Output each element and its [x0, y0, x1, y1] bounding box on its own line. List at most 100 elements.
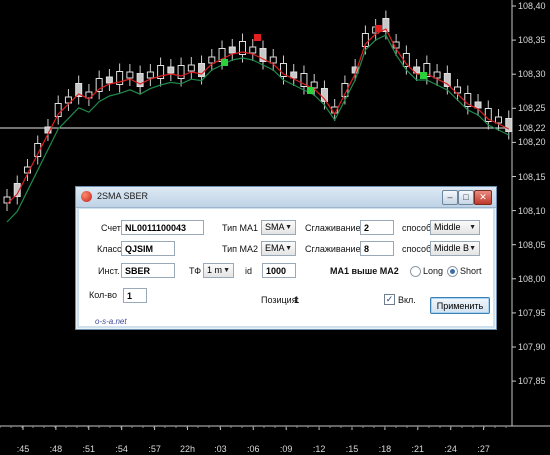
current-price-label: 108,22 — [518, 123, 546, 133]
price-tick-label: 108,15 — [518, 171, 546, 182]
method2-select[interactable]: Middle B ▼ — [430, 241, 480, 256]
tf-label: ТФ — [189, 266, 202, 276]
price-tick-label: 108,05 — [518, 239, 546, 250]
dialog-body: Счет NL0011100043 Класс QJSIM Инст. SBER… — [79, 209, 493, 326]
price-tick-label: 108,25 — [518, 103, 546, 114]
close-icon[interactable]: ✕ — [474, 190, 492, 205]
class-input[interactable]: QJSIM — [121, 241, 175, 256]
smoothing2-input[interactable]: 8 — [360, 241, 394, 256]
qty-input[interactable]: 1 — [123, 288, 147, 303]
price-tick-label: 108,00 — [518, 273, 546, 284]
smoothing2-label: Сглаживание — [305, 244, 361, 254]
candle-body — [474, 101, 482, 109]
candle-body — [228, 46, 236, 54]
candle-body — [495, 116, 503, 124]
price-tick-label: 107,85 — [518, 376, 546, 387]
signal-marker — [307, 87, 314, 94]
ma1-type-select[interactable]: SMA ▼ — [261, 220, 296, 235]
smoothing1-input[interactable]: 2 — [360, 220, 394, 235]
maximize-icon[interactable]: □ — [458, 190, 474, 205]
smoothing1-label: Сглаживание — [305, 223, 361, 233]
long-radio[interactable] — [410, 266, 421, 277]
candle-body — [290, 71, 298, 79]
price-tick-label: 107,90 — [518, 342, 546, 352]
time-tick-label: :03 — [214, 444, 227, 454]
instrument-label: Инст. — [98, 266, 120, 276]
candle-body — [105, 76, 113, 84]
signal-marker — [254, 34, 261, 41]
site-link[interactable]: o-s-a.net — [95, 317, 127, 326]
time-tick-label: :15 — [345, 444, 359, 454]
time-tick-label: :54 — [115, 444, 128, 454]
time-tick-label: :57 — [148, 444, 161, 454]
tf-select[interactable]: 1 m ▼ — [203, 263, 234, 278]
candle-body — [187, 64, 195, 72]
time-tick-label: :12 — [312, 444, 326, 454]
ma1-line — [6, 28, 510, 205]
price-tick-label: 107,95 — [518, 307, 546, 318]
candle-body — [249, 46, 257, 54]
chevron-down-icon: ▼ — [285, 245, 292, 252]
dialog-title: 2SMA SBER — [97, 191, 149, 201]
instrument-input[interactable]: SBER — [121, 263, 175, 278]
method2-value: Middle B — [434, 243, 470, 253]
ma2-type-value: EMA — [265, 243, 285, 253]
signal-marker — [420, 72, 427, 79]
short-label[interactable]: Short — [460, 266, 482, 276]
signal-marker — [375, 25, 382, 32]
candle-body — [126, 71, 134, 79]
method1-value: Middle — [434, 222, 461, 232]
price-tick-label: 108,10 — [518, 205, 546, 216]
apply-button[interactable]: Применить — [430, 297, 490, 314]
time-tick-label: :24 — [444, 444, 457, 454]
chevron-down-icon: ▼ — [469, 224, 476, 231]
time-tick-label: :48 — [49, 444, 63, 454]
time-tick-label: :45 — [16, 444, 30, 454]
enabled-checkbox[interactable]: ✓ — [384, 294, 395, 305]
time-tick-label: :09 — [279, 444, 293, 454]
chevron-down-icon: ▼ — [223, 267, 230, 274]
minimize-icon[interactable]: – — [442, 190, 458, 205]
candle-body — [208, 56, 216, 64]
id-input[interactable]: 1000 — [262, 263, 296, 278]
ma1-type-label: Тип МА1 — [222, 223, 259, 233]
signal-marker — [221, 59, 228, 66]
time-tick-label: 22h — [179, 444, 196, 454]
candle-body — [433, 71, 441, 79]
method1-select[interactable]: Middle ▼ — [430, 220, 480, 235]
qty-label: Кол-во — [89, 290, 117, 300]
time-tick-label: :06 — [247, 444, 260, 454]
short-radio[interactable] — [447, 266, 458, 277]
position-value: 1 — [294, 295, 300, 305]
dialog-titlebar[interactable]: 2SMA SBER – □ ✕ — [76, 187, 496, 208]
status-text: МА1 выше МА2 — [330, 266, 399, 276]
account-label: Счет — [101, 223, 121, 233]
chevron-down-icon: ▼ — [285, 224, 292, 231]
price-tick-label: 108,20 — [518, 137, 546, 148]
time-tick-label: :18 — [378, 444, 392, 454]
tf-value: 1 m — [207, 265, 223, 275]
id-label: id — [245, 266, 253, 276]
candle-body — [167, 66, 175, 74]
method2-label: способ — [402, 244, 432, 254]
strategy-dialog: 2SMA SBER – □ ✕ Счет NL0011100043 Класс … — [75, 186, 497, 330]
candle-body — [269, 56, 277, 64]
method1-label: способ — [402, 223, 432, 233]
candle-body — [505, 118, 513, 132]
price-tick-label: 108,35 — [518, 35, 546, 46]
app-icon — [81, 191, 92, 202]
account-input[interactable]: NL0011100043 — [121, 220, 204, 235]
ma2-type-select[interactable]: EMA ▼ — [261, 241, 296, 256]
ma2-type-label: Тип МА2 — [222, 244, 259, 254]
time-tick-label: :27 — [477, 444, 490, 454]
price-tick-label: 108,30 — [518, 69, 546, 80]
price-tick-label: 108,40 — [518, 1, 546, 11]
long-label[interactable]: Long — [423, 266, 443, 276]
time-tick-label: :51 — [82, 444, 96, 454]
time-tick-label: :21 — [411, 444, 425, 454]
enabled-label[interactable]: Вкл. — [398, 295, 416, 305]
chevron-down-icon: ▼ — [469, 245, 476, 252]
candle-body — [146, 71, 154, 79]
class-label: Класс — [97, 244, 122, 254]
ma1-type-value: SMA — [265, 222, 285, 232]
